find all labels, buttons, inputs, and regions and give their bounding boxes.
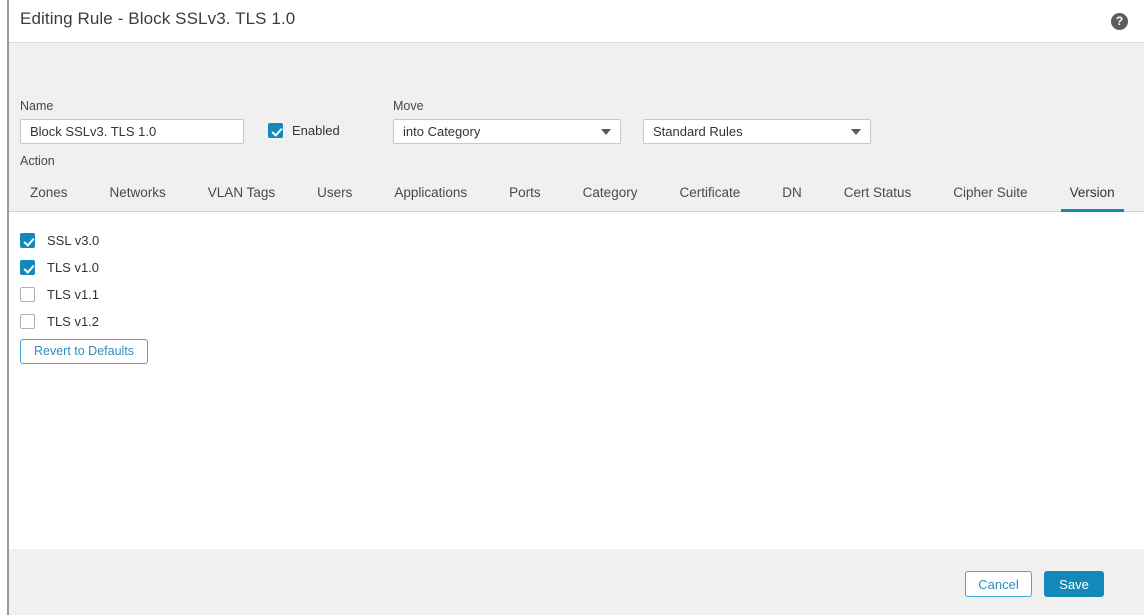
edit-rule-dialog: Editing Rule - Block SSLv3. TLS 1.0 ? Na… [9,0,1144,615]
version-label: TLS v1.0 [47,260,100,275]
version-checkbox[interactable] [20,287,35,302]
chevron-down-icon [601,128,611,135]
tab-cert-status[interactable]: Cert Status [844,185,912,211]
tab-dn[interactable]: DN [782,185,802,211]
rule-properties-form: Name Enabled Move into Category Standard… [9,43,1144,199]
dialog-footer: Cancel Save [9,549,1144,615]
version-checkbox[interactable] [20,260,35,275]
enabled-checkbox-box[interactable] [268,123,283,138]
tab-applications[interactable]: Applications [394,185,467,211]
tab-version[interactable]: Version [1060,185,1124,212]
version-label: TLS v1.1 [47,287,100,302]
version-tab-panel: SSL v3.0 TLS v1.0 TLS v1.1 TLS v1.2 Revert … [9,212,1144,549]
move-position-select[interactable]: into Category [393,119,621,144]
version-option-tls-v1-1[interactable]: TLS v1.1 [20,281,99,308]
tab-cipher-suite[interactable]: Cipher Suite [953,185,1027,211]
version-option-tls-v1-0[interactable]: TLS v1.0 [20,254,99,281]
tabstrip: Zones Networks VLAN Tags Users Applications P… [9,168,1144,212]
enabled-label: Enabled [292,123,340,138]
revert-to-defaults-button[interactable]: Revert to Defaults [20,339,149,364]
dialog-titlebar: Editing Rule - Block SSLv3. TLS 1.0 ? [9,0,1144,43]
help-icon[interactable]: ? [1111,13,1128,30]
chevron-down-icon [851,128,861,135]
version-label: SSL v3.0 [47,233,100,248]
move-target-value: Standard Rules [653,124,743,139]
backdrop-left-strip [0,0,7,615]
name-label: Name [20,99,54,113]
version-option-ssl-v3-0[interactable]: SSL v3.0 [20,227,99,254]
version-label: TLS v1.2 [47,314,100,329]
name-input[interactable] [20,119,244,144]
tab-zones[interactable]: Zones [30,185,68,211]
enabled-checkbox[interactable]: Enabled [268,123,340,138]
page-title: Editing Rule - Block SSLv3. TLS 1.0 [20,9,296,28]
tab-category[interactable]: Category [583,185,638,211]
move-position-value: into Category [403,124,481,139]
tab-ports[interactable]: Ports [509,185,541,211]
tab-vlan-tags[interactable]: VLAN Tags [208,185,275,211]
move-label: Move [393,99,424,113]
action-label: Action [20,154,55,168]
tab-users[interactable]: Users [317,185,352,211]
tls-version-list: SSL v3.0 TLS v1.0 TLS v1.1 TLS v1.2 [20,227,99,335]
version-checkbox[interactable] [20,314,35,329]
tab-networks[interactable]: Networks [110,185,166,211]
tab-certificate[interactable]: Certificate [679,185,740,211]
cancel-button[interactable]: Cancel [965,571,1032,597]
move-target-select[interactable]: Standard Rules [643,119,871,144]
rule-condition-tabs: Zones Networks VLAN Tags Users Applications P… [9,168,1144,212]
version-checkbox[interactable] [20,233,35,248]
save-button[interactable]: Save [1044,571,1104,597]
version-option-tls-v1-2[interactable]: TLS v1.2 [20,308,99,335]
